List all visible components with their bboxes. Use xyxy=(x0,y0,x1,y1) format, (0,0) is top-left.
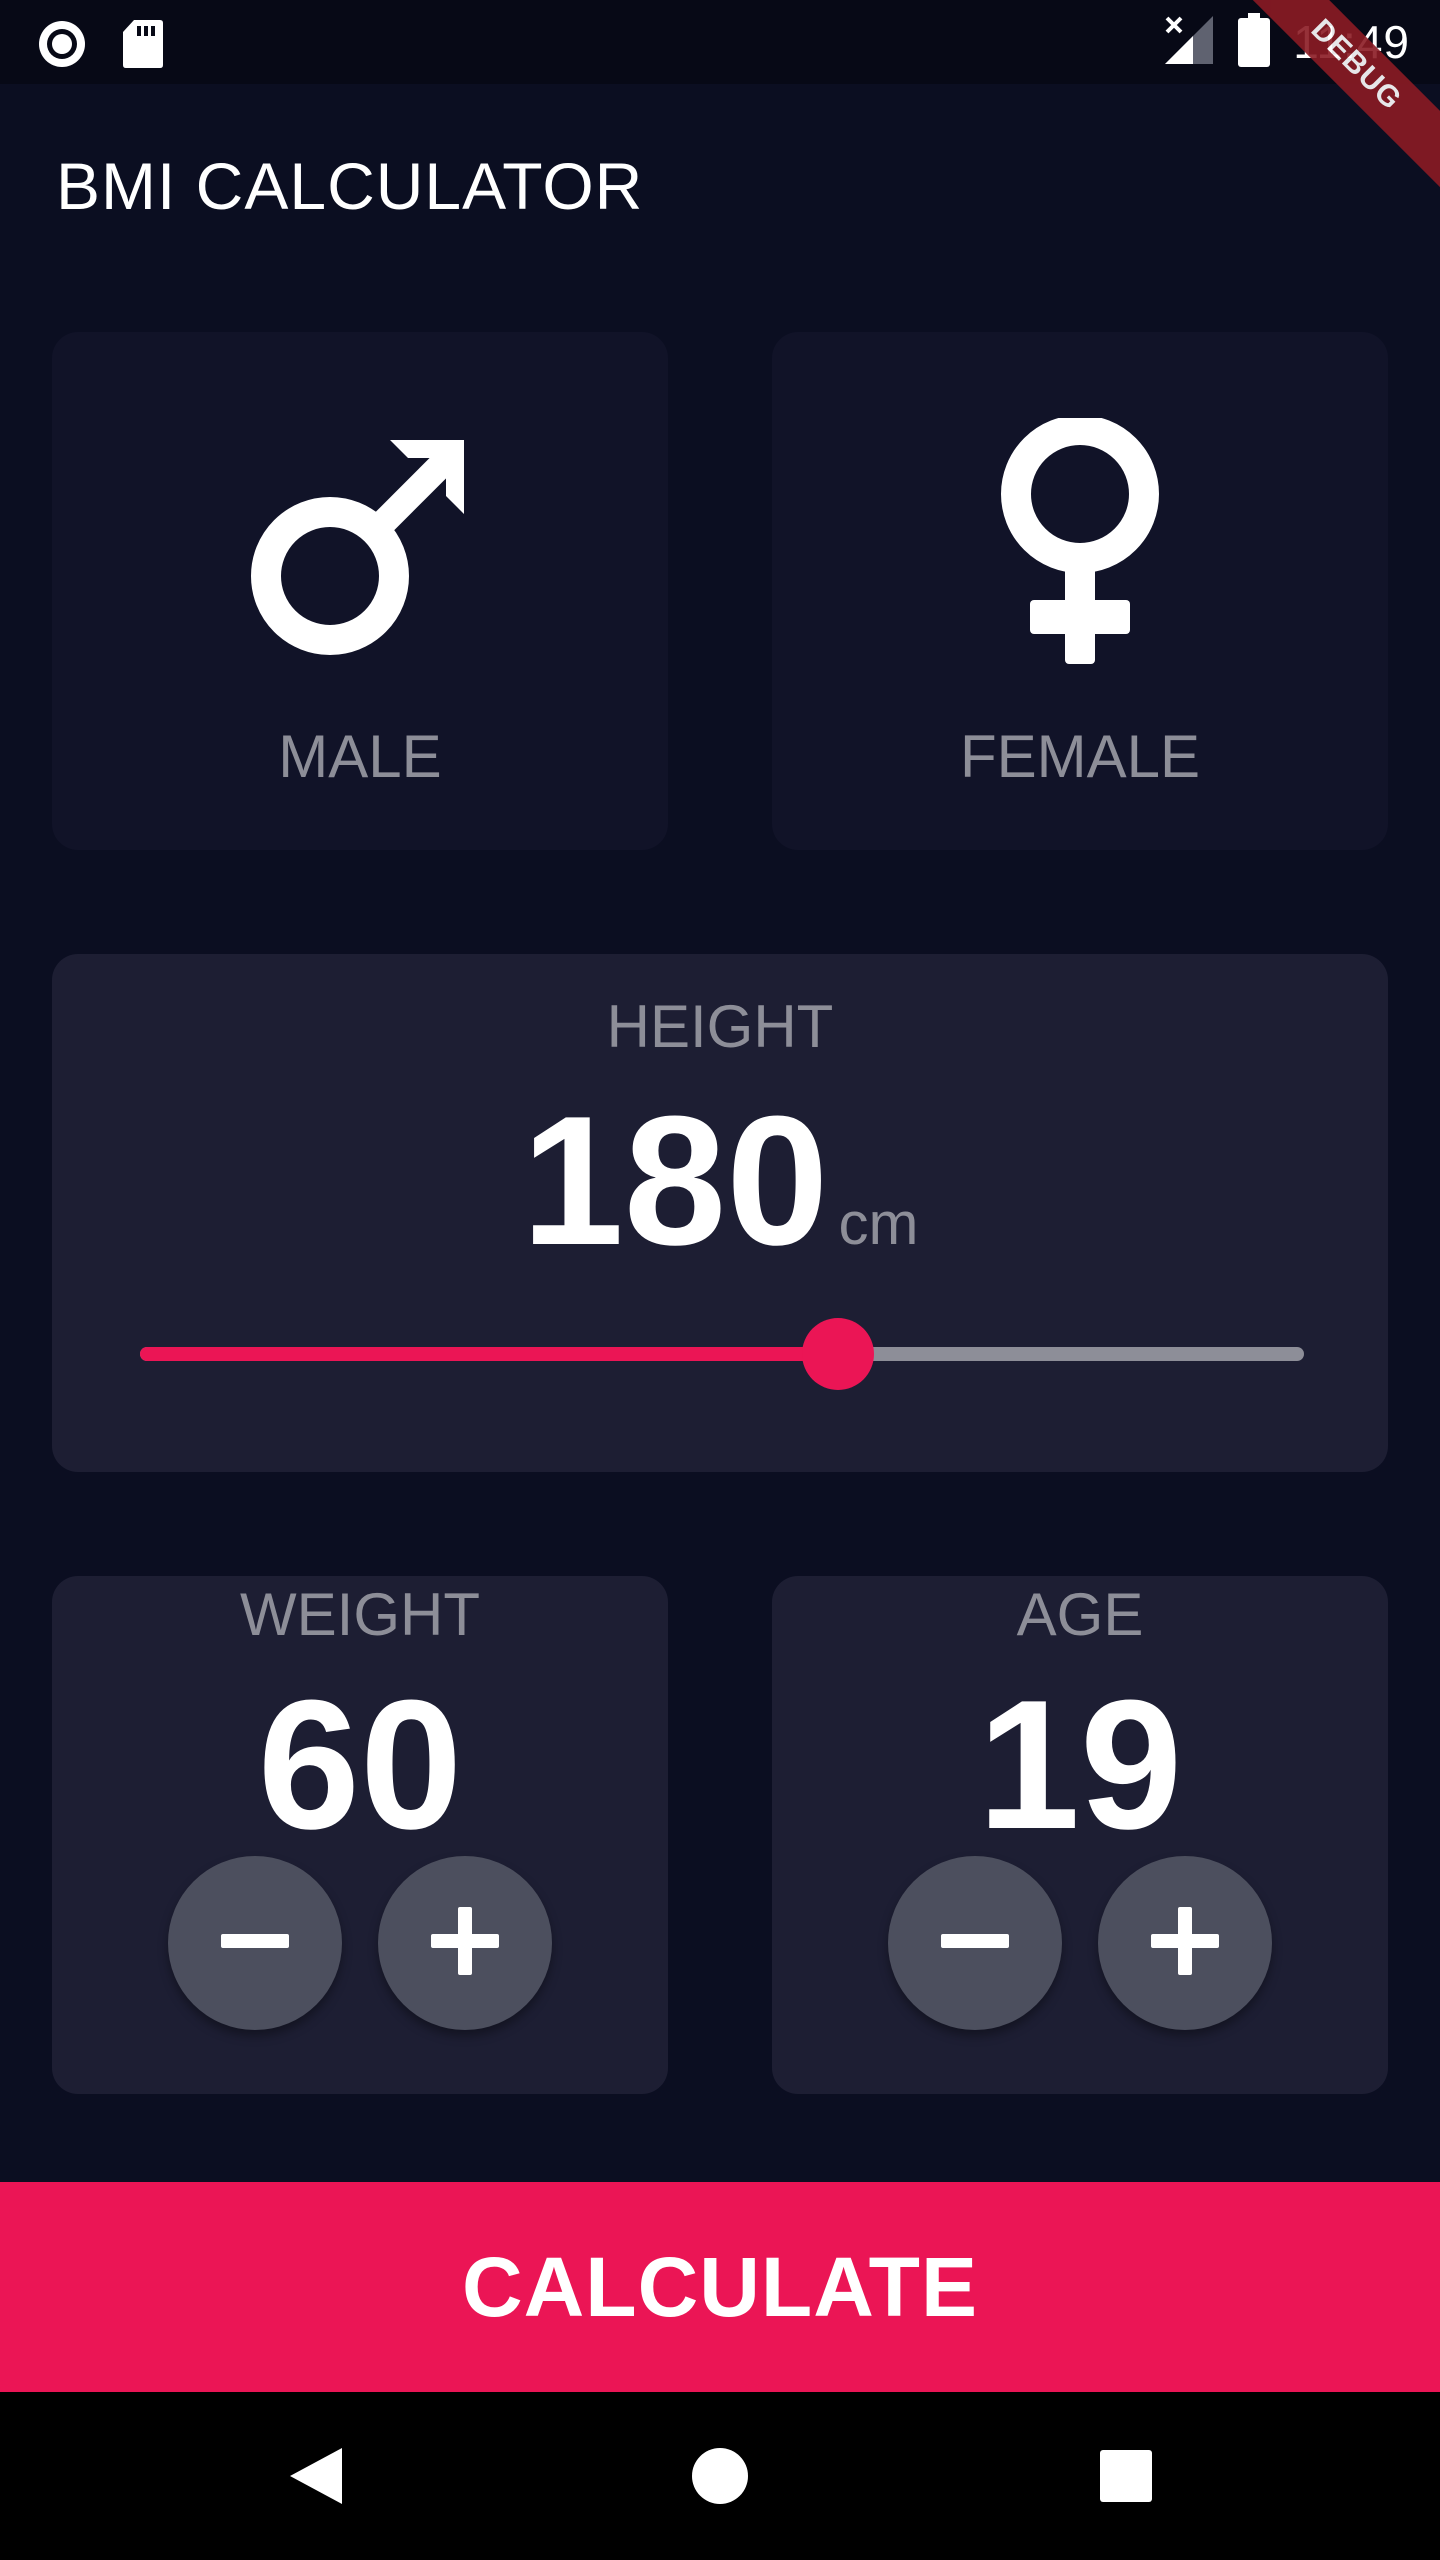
bmi-calculator-screen: 11:49 DEBUG BMI CALCULATOR MALE FEMALE xyxy=(0,0,1440,2560)
system-nav-bar xyxy=(0,2392,1440,2560)
sd-card-icon xyxy=(122,18,164,75)
weight-value-wrap: 60 xyxy=(52,1672,668,1856)
minus-icon xyxy=(939,1905,1011,1982)
plus-icon xyxy=(1149,1905,1221,1982)
status-left-icons xyxy=(36,18,164,75)
weight-increment-button[interactable] xyxy=(378,1856,552,2030)
weight-decrement-button[interactable] xyxy=(168,1856,342,2030)
height-label: HEIGHT xyxy=(606,993,834,1060)
battery-icon xyxy=(1237,12,1271,72)
female-card[interactable]: FEMALE xyxy=(772,332,1388,850)
age-card: AGE 19 xyxy=(772,1576,1388,2094)
height-card: HEIGHT 180 cm xyxy=(52,954,1388,1472)
no-signal-icon xyxy=(1163,14,1215,71)
slider-thumb[interactable] xyxy=(802,1318,875,1390)
recents-icon[interactable] xyxy=(1086,2436,1166,2516)
age-value-wrap: 19 xyxy=(772,1672,1388,1856)
record-icon xyxy=(36,18,88,75)
mars-icon xyxy=(250,436,470,661)
minus-icon xyxy=(219,1905,291,1982)
back-icon[interactable] xyxy=(276,2436,356,2516)
age-label: AGE xyxy=(1016,1581,1144,1648)
height-unit: cm xyxy=(838,1190,919,1257)
age-decrement-button[interactable] xyxy=(888,1856,1062,2030)
home-icon[interactable] xyxy=(680,2436,760,2516)
calculate-label: CALCULATE xyxy=(461,2239,979,2334)
venus-icon xyxy=(995,415,1165,673)
calculate-button[interactable]: CALCULATE xyxy=(0,2182,1440,2392)
page-title: BMI CALCULATOR xyxy=(56,149,644,223)
plus-icon xyxy=(429,1905,501,1982)
female-label: FEMALE xyxy=(959,723,1201,790)
height-value-row: 180 cm xyxy=(52,1088,1388,1272)
age-increment-button[interactable] xyxy=(1098,1856,1272,2030)
slider-active-track xyxy=(140,1347,839,1361)
weight-label: WEIGHT xyxy=(240,1581,480,1648)
age-value: 19 xyxy=(977,1661,1183,1867)
weight-value: 60 xyxy=(257,1661,463,1867)
status-bar: 11:49 xyxy=(0,0,1440,84)
weight-card: WEIGHT 60 xyxy=(52,1576,668,2094)
height-value: 180 xyxy=(521,1077,829,1283)
height-slider[interactable] xyxy=(140,1318,1304,1390)
app-bar: BMI CALCULATOR xyxy=(0,84,1440,280)
male-card[interactable]: MALE xyxy=(52,332,668,850)
male-label: MALE xyxy=(278,723,442,790)
